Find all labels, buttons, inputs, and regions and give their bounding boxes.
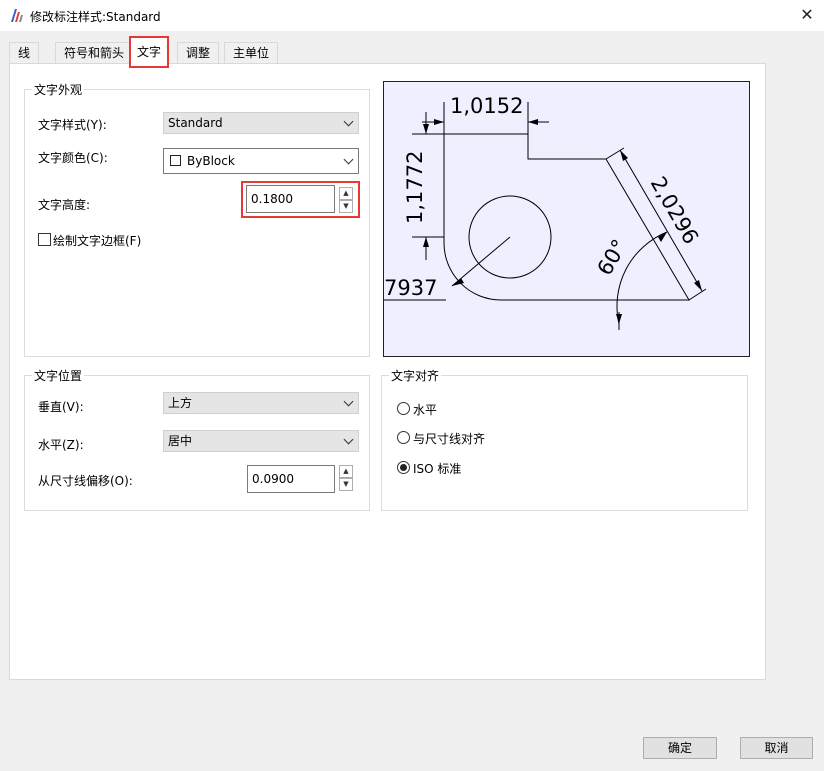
dim-text-radius: 7937: [384, 276, 437, 300]
text-height-input[interactable]: 0.1800: [246, 185, 335, 213]
offset-value: 0.0900: [252, 472, 294, 486]
tab-symbols-arrows[interactable]: 符号和箭头: [55, 42, 134, 63]
window-title: 修改标注样式:Standard: [30, 10, 161, 24]
spin-up-icon[interactable]: ▲: [339, 187, 353, 200]
text-color-dropdown[interactable]: ByBlock: [163, 148, 359, 174]
color-swatch-icon: [170, 155, 181, 166]
group-label: 文字外观: [32, 81, 85, 98]
chevron-down-icon: [343, 154, 354, 165]
spin-down-icon[interactable]: ▼: [339, 478, 353, 491]
horizontal-label: 水平(Z):: [38, 438, 84, 452]
horizontal-value: 居中: [168, 434, 193, 448]
text-height-value: 0.1800: [251, 192, 293, 206]
text-height-label: 文字高度:: [38, 198, 91, 212]
group-label: 文字对齐: [389, 367, 442, 384]
chevron-down-icon: [343, 116, 354, 127]
draw-frame-checkbox[interactable]: [38, 233, 51, 246]
offset-label: 从尺寸线偏移(O):: [38, 474, 133, 488]
vertical-label: 垂直(V):: [38, 400, 84, 414]
draw-frame-label: 绘制文字边框(F): [53, 234, 142, 248]
dim-text-top: 1,0152: [450, 94, 523, 118]
tab-text[interactable]: 文字: [129, 36, 170, 68]
tab-primary-units[interactable]: 主单位: [224, 42, 279, 63]
tab-fit[interactable]: 调整: [177, 42, 220, 63]
vertical-dropdown[interactable]: 上方: [163, 392, 359, 414]
dim-text-left: 1,1772: [403, 151, 427, 224]
spin-up-icon[interactable]: ▲: [339, 465, 353, 478]
text-style-label: 文字样式(Y):: [38, 118, 107, 132]
offset-input[interactable]: 0.0900: [247, 465, 335, 493]
align-horizontal-label: 水平: [413, 403, 438, 417]
text-style-dropdown[interactable]: Standard: [163, 112, 359, 134]
title-bar: 修改标注样式:Standard ✕: [0, 0, 824, 31]
tab-line[interactable]: 线: [9, 42, 40, 63]
text-color-label: 文字颜色(C):: [38, 151, 108, 165]
app-icon: [11, 9, 23, 22]
dim-text-diag: 2,0296: [646, 173, 704, 249]
ok-button[interactable]: 确定: [643, 737, 717, 759]
text-style-value: Standard: [168, 116, 223, 130]
align-iso-radio[interactable]: [397, 461, 410, 474]
group-label: 文字位置: [32, 367, 85, 384]
cancel-button[interactable]: 取消: [740, 737, 813, 759]
align-horizontal-radio[interactable]: [397, 402, 410, 415]
horizontal-dropdown[interactable]: 居中: [163, 430, 359, 452]
chevron-down-icon: [343, 396, 354, 407]
close-icon[interactable]: ✕: [795, 4, 819, 26]
align-dimline-radio[interactable]: [397, 431, 410, 444]
chevron-down-icon: [343, 434, 354, 445]
align-iso-label: ISO 标准: [413, 462, 462, 476]
preview-drawing: 1,0152 1,1772 2,0296 60° 7937: [384, 94, 707, 330]
dim-text-angle: 60°: [593, 235, 632, 279]
spin-down-icon[interactable]: ▼: [339, 200, 353, 213]
preview-panel: 1,0152 1,1772 2,0296 60° 7937: [383, 81, 750, 357]
align-dimline-label: 与尺寸线对齐: [413, 432, 486, 446]
text-color-value: ByBlock: [187, 154, 235, 168]
vertical-value: 上方: [168, 396, 193, 410]
